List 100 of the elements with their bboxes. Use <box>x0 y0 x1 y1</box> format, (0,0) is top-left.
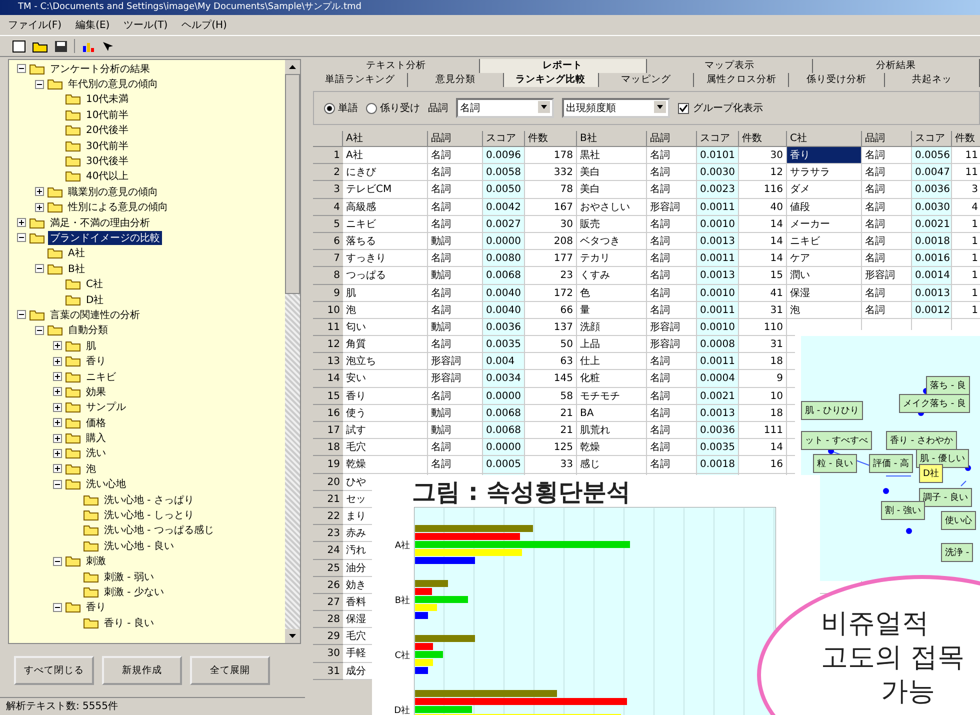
tree-item[interactable]: C社 <box>84 277 105 292</box>
tree-item[interactable]: 満足・不満の理由分析 <box>48 216 152 230</box>
tree-item[interactable]: 刺激 - 少ない <box>102 584 166 599</box>
network-node[interactable]: 肌 - ひりひり <box>801 401 863 420</box>
tree-item[interactable]: 40代以上 <box>84 169 131 184</box>
tab[interactable]: マップ表示 <box>646 59 814 73</box>
tree-item[interactable]: 香り <box>84 354 108 368</box>
network-node[interactable]: ット - すべすべ <box>801 431 872 450</box>
network-node[interactable]: 肌 - 優しい <box>916 449 969 468</box>
network-node[interactable]: 使い心 <box>941 511 976 530</box>
tree-item[interactable]: ニキビ <box>84 370 118 384</box>
tree-item[interactable]: 洗い <box>84 446 108 460</box>
tab[interactable]: 係り受け分析 <box>789 73 885 87</box>
column-header[interactable]: 件数 <box>525 131 577 147</box>
tree-item[interactable]: アンケート分析の結果 <box>48 62 152 76</box>
expand-toggle[interactable] <box>17 310 26 320</box>
expand-toggle[interactable] <box>53 372 62 381</box>
tree-item[interactable]: 自動分類 <box>66 323 110 338</box>
radio-option[interactable]: 係り受け <box>366 101 420 115</box>
tree-item[interactable]: 洗い心地 - つっぱる感じ <box>102 523 216 538</box>
sort-order-dropdown[interactable]: 出現頻度順 <box>562 98 670 118</box>
expand-toggle[interactable] <box>53 448 62 458</box>
column-header[interactable]: スコア <box>697 131 739 147</box>
tree-button[interactable]: 新規作成 <box>102 656 182 685</box>
expand-toggle[interactable] <box>53 341 62 350</box>
tree-item[interactable]: 10代未満 <box>84 92 131 106</box>
network-node[interactable]: 香り - さわやか <box>886 431 957 450</box>
scroll-down-icon[interactable] <box>285 629 300 643</box>
menu-item[interactable]: ツール(T) <box>124 18 168 32</box>
tab[interactable]: マッピング <box>598 73 694 87</box>
tree-item[interactable]: 肌 <box>84 338 98 353</box>
tab[interactable]: 属性クロス分析 <box>694 73 790 87</box>
expand-toggle[interactable] <box>35 202 44 212</box>
tab[interactable]: 分析結果 <box>813 59 980 73</box>
expand-toggle[interactable] <box>17 233 26 242</box>
save-icon[interactable] <box>54 40 68 52</box>
network-node[interactable]: 洗浄 - <box>941 543 974 562</box>
tree-item[interactable]: ブランドイメージの比較 <box>48 230 162 245</box>
column-header[interactable]: B社 <box>577 131 647 147</box>
expand-toggle[interactable] <box>17 218 26 228</box>
tree-item[interactable]: 香り <box>84 600 108 614</box>
tree-item[interactable]: 20代後半 <box>84 123 131 138</box>
tree-item[interactable]: 洗い心地 <box>84 477 128 492</box>
tab[interactable]: 共起ネッ <box>884 73 980 87</box>
network-node[interactable]: 粒 - 良い <box>813 454 857 473</box>
tree-item[interactable]: B社 <box>66 262 87 276</box>
tree-item[interactable]: 性別による意見の傾向 <box>66 200 170 214</box>
radio-option[interactable]: 単語 <box>324 101 358 115</box>
column-header[interactable]: 品詞 <box>428 131 483 147</box>
menu-item[interactable]: ヘルプ(H) <box>182 18 227 32</box>
column-header[interactable]: 品詞 <box>862 131 912 147</box>
tree-item[interactable]: A社 <box>66 246 87 260</box>
column-header[interactable]: スコア <box>483 131 525 147</box>
network-node[interactable]: 割 - 強い <box>881 501 925 520</box>
tree-item[interactable]: 購入 <box>84 431 108 446</box>
tree-button[interactable]: 全て展開 <box>190 656 270 685</box>
tree-item[interactable]: 言葉の関連性の分析 <box>48 308 142 322</box>
expand-toggle[interactable] <box>53 402 62 412</box>
expand-toggle[interactable] <box>53 464 62 474</box>
expand-toggle[interactable] <box>35 326 44 335</box>
network-node[interactable]: D社 <box>919 464 943 483</box>
column-header[interactable]: スコア <box>912 131 952 147</box>
column-header[interactable]: A社 <box>343 131 428 147</box>
scroll-thumb[interactable] <box>285 74 300 294</box>
menu-item[interactable]: ファイル(F) <box>8 18 62 32</box>
expand-toggle[interactable] <box>35 264 44 274</box>
expand-toggle[interactable] <box>53 556 62 566</box>
expand-toggle[interactable] <box>17 64 26 74</box>
expand-toggle[interactable] <box>53 418 62 428</box>
tree-item[interactable]: 職業別の意見の傾向 <box>66 184 160 199</box>
tree-item[interactable]: 10代前半 <box>84 108 131 122</box>
tree-item[interactable]: 洗い心地 - 良い <box>102 538 176 553</box>
tab[interactable]: 単語ランキング <box>313 73 408 87</box>
network-node[interactable]: 落ち - 良 <box>926 376 970 395</box>
expand-toggle[interactable] <box>53 356 62 366</box>
part-of-speech-dropdown[interactable]: 名詞 <box>456 98 554 118</box>
tree-item[interactable]: 年代別の意見の傾向 <box>66 77 160 92</box>
tree-item[interactable]: 30代後半 <box>84 154 131 168</box>
expand-toggle[interactable] <box>35 187 44 196</box>
network-node[interactable]: メイク落ち - 良 <box>899 394 970 413</box>
expand-toggle[interactable] <box>53 480 62 489</box>
tab[interactable]: ランキング比較 <box>504 73 599 87</box>
column-header[interactable]: 件数 <box>739 131 787 147</box>
tree-item[interactable]: サンプル <box>84 400 128 414</box>
expand-toggle[interactable] <box>53 602 62 612</box>
expand-toggle[interactable] <box>35 80 44 89</box>
column-header[interactable]: C社 <box>787 131 862 147</box>
tree-item[interactable]: 刺激 <box>84 554 108 568</box>
tree-item[interactable]: 効果 <box>84 384 108 399</box>
column-header[interactable]: 品詞 <box>647 131 697 147</box>
network-node[interactable]: 調子 - 良い <box>919 488 972 507</box>
tree-item[interactable]: 洗い心地 - さっぱり <box>102 492 196 507</box>
tree-item[interactable]: D社 <box>84 292 106 307</box>
checkbox[interactable] <box>678 102 689 114</box>
tree-button[interactable]: すべて閉じる <box>14 656 94 685</box>
new-file-icon[interactable] <box>12 40 26 52</box>
tree-item[interactable]: 刺激 - 弱い <box>102 570 156 584</box>
tree-item[interactable]: 洗い心地 - しっとり <box>102 508 196 522</box>
tree-item[interactable]: 30代前半 <box>84 138 131 153</box>
column-header[interactable]: 件数 <box>952 131 980 147</box>
